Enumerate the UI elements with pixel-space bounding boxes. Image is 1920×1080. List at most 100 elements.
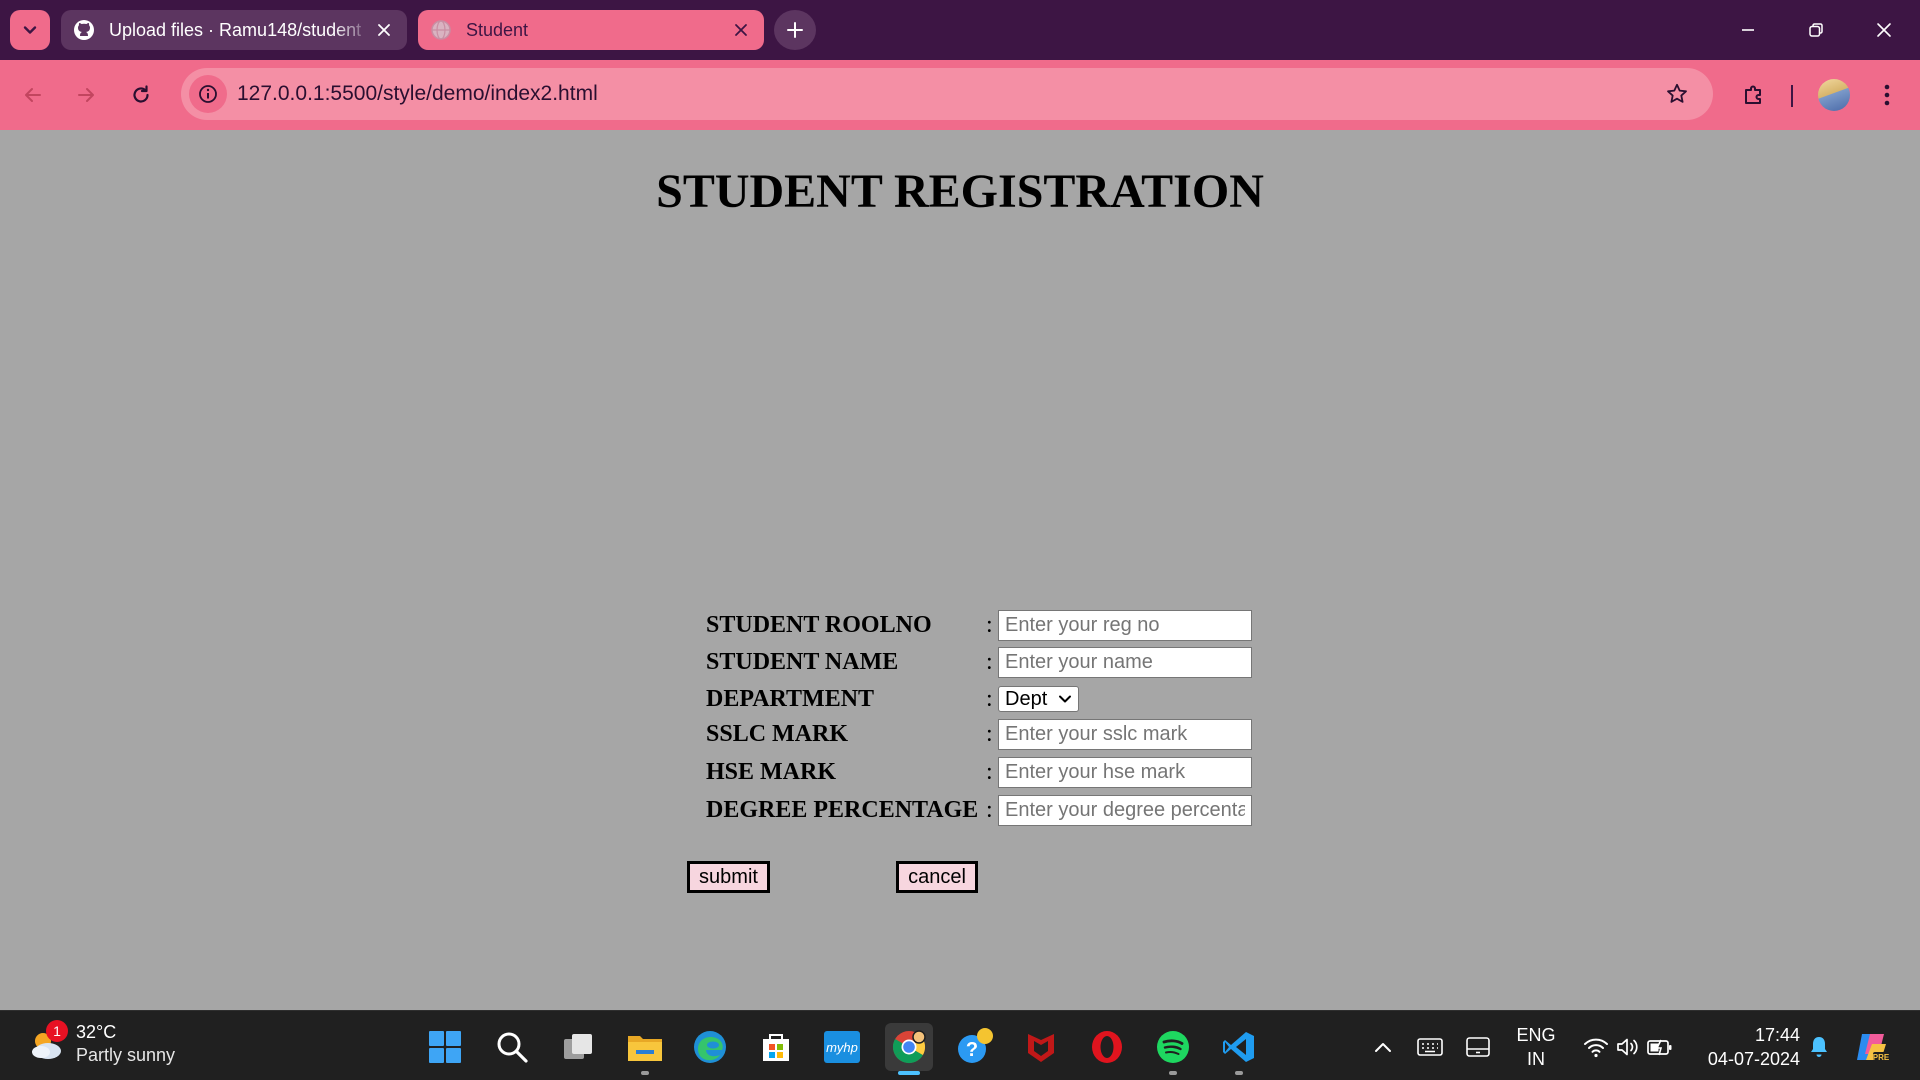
field-colon: : <box>986 685 993 712</box>
get-help-button[interactable]: ? <box>951 1023 999 1071</box>
department-select[interactable]: Dept <box>998 686 1079 712</box>
svg-text:?: ? <box>966 1039 978 1061</box>
tab-title: Upload files · Ramu148/student <box>109 19 362 40</box>
field-colon: : <box>986 796 993 823</box>
edge-button[interactable] <box>686 1023 734 1071</box>
profile-avatar[interactable] <box>1818 79 1850 111</box>
form-row-rollno: STUDENT ROOLNO : <box>706 608 1252 642</box>
degree-percentage-input[interactable] <box>998 794 1252 826</box>
weather-condition: Partly sunny <box>76 1045 176 1065</box>
quick-settings-button[interactable] <box>1578 1023 1678 1071</box>
forward-button[interactable] <box>65 74 107 116</box>
field-label: SSLC MARK <box>706 720 849 747</box>
close-icon <box>1877 23 1891 37</box>
extensions-button[interactable] <box>1733 74 1775 116</box>
submit-button[interactable]: submit <box>687 861 770 893</box>
rollno-input[interactable] <box>998 609 1252 641</box>
address-bar[interactable]: 127.0.0.1:5500/style/demo/index2.html <box>181 68 1713 120</box>
url-text[interactable]: 127.0.0.1:5500/style/demo/index2.html <box>237 82 1657 106</box>
chevron-up-icon <box>1375 1043 1391 1052</box>
tab-upload-files[interactable]: Upload files · Ramu148/student <box>61 10 407 50</box>
language-code: ENG <box>1516 1025 1556 1045</box>
clock[interactable]: 17:44 04-07-2024 <box>1690 1023 1800 1071</box>
input-language-indicator[interactable]: ENG IN <box>1512 1023 1560 1071</box>
start-button[interactable] <box>421 1023 469 1071</box>
myhp-button[interactable]: myhp <box>818 1023 866 1071</box>
task-view-icon <box>564 1034 592 1059</box>
start-icon <box>429 1031 461 1063</box>
copilot-icon: PRE <box>1857 1034 1890 1062</box>
language-region: IN <box>1527 1049 1545 1069</box>
restore-button[interactable] <box>1794 8 1838 52</box>
form-row-degree: DEGREE PERCENTAGE : <box>706 793 1252 827</box>
mcafee-icon <box>1028 1034 1054 1062</box>
show-hidden-icons-button[interactable] <box>1368 1023 1398 1071</box>
cancel-button[interactable]: cancel <box>896 861 978 893</box>
microsoft-store-icon <box>763 1034 789 1061</box>
copilot-button[interactable]: PRE <box>1852 1023 1892 1071</box>
touch-keyboard-button[interactable] <box>1414 1023 1446 1071</box>
task-view-button[interactable] <box>554 1023 602 1071</box>
search-icon <box>497 1032 528 1063</box>
page-title: STUDENT REGISTRATION <box>656 165 1264 218</box>
weather-temperature: 32°C <box>76 1022 117 1042</box>
search-button[interactable] <box>488 1023 536 1071</box>
plus-icon <box>787 22 803 38</box>
new-tab-button[interactable] <box>774 10 816 50</box>
toolbar-divider <box>1791 85 1793 107</box>
field-label: STUDENT NAME <box>706 648 899 675</box>
field-colon: : <box>986 611 993 638</box>
tab-student[interactable]: Student <box>418 10 764 50</box>
chrome-icon <box>892 1030 926 1064</box>
field-colon: : <box>986 758 993 785</box>
back-button[interactable] <box>12 74 54 116</box>
clock-time: 17:44 <box>1754 1025 1800 1045</box>
running-indicator <box>641 1071 649 1075</box>
tab-search-button[interactable] <box>10 10 50 50</box>
bell-icon <box>1811 1037 1827 1057</box>
minimize-button[interactable] <box>1726 8 1770 52</box>
close-window-button[interactable] <box>1862 8 1906 52</box>
arrow-left-icon <box>25 88 41 102</box>
form-row-sslc: SSLC MARK : <box>706 717 1252 751</box>
spotify-button[interactable] <box>1149 1023 1197 1075</box>
file-explorer-icon <box>628 1036 662 1061</box>
chevron-down-icon <box>23 26 37 34</box>
browser-toolbar: 127.0.0.1:5500/style/demo/index2.html <box>0 60 1920 130</box>
close-tab-icon[interactable] <box>373 19 395 41</box>
tablet-mode-button[interactable] <box>1462 1023 1494 1071</box>
sslc-mark-input[interactable] <box>998 718 1252 750</box>
globe-icon <box>430 19 452 41</box>
chevron-down-icon <box>1059 695 1071 703</box>
field-label: DEPARTMENT <box>706 685 875 712</box>
reload-icon <box>133 85 149 103</box>
partly-sunny-icon: 1 <box>26 1020 68 1064</box>
notifications-button[interactable] <box>1804 1023 1834 1071</box>
browser-menu-button[interactable] <box>1866 74 1908 116</box>
battery-charging-icon <box>1647 1039 1672 1056</box>
running-indicator <box>898 1071 920 1075</box>
weather-widget[interactable]: 1 32°C Partly sunny <box>26 1020 176 1067</box>
field-label: DEGREE PERCENTAGE <box>706 796 979 823</box>
spotify-icon <box>1157 1031 1189 1063</box>
minimize-icon <box>1742 29 1754 31</box>
form-row-department: DEPARTMENT : Dept <box>706 682 1079 716</box>
web-page: STUDENT REGISTRATION STUDENT ROOLNO : ST… <box>0 130 1920 1010</box>
opera-button[interactable] <box>1083 1023 1131 1071</box>
bookmark-star-icon[interactable] <box>1657 74 1697 114</box>
file-explorer-button[interactable] <box>621 1023 669 1075</box>
close-tab-icon[interactable] <box>730 19 752 41</box>
site-info-icon[interactable] <box>189 75 227 113</box>
restore-icon <box>1809 23 1823 37</box>
get-help-icon: ? <box>958 1028 993 1063</box>
field-colon: : <box>986 720 993 747</box>
hse-mark-input[interactable] <box>998 756 1252 788</box>
vscode-button[interactable] <box>1215 1023 1263 1075</box>
reload-button[interactable] <box>120 74 162 116</box>
vscode-icon <box>1223 1032 1254 1062</box>
microsoft-store-button[interactable] <box>752 1023 800 1071</box>
chrome-button[interactable] <box>885 1023 933 1075</box>
form-row-name: STUDENT NAME : <box>706 645 1252 679</box>
name-input[interactable] <box>998 646 1252 678</box>
mcafee-button[interactable] <box>1017 1023 1065 1071</box>
